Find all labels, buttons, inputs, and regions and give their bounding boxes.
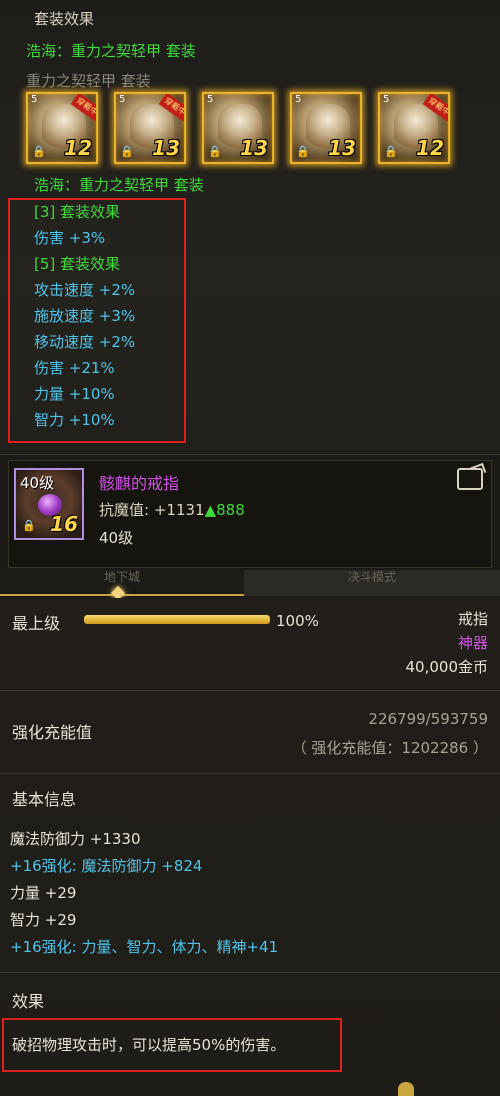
lock-icon: 🔒: [22, 519, 36, 532]
lock-icon: 🔒: [208, 145, 222, 158]
item-level-tag: 40级: [20, 474, 55, 492]
item-rarity: 神器: [457, 634, 488, 652]
tier5-cast-speed: 施放速度 +3%: [34, 307, 136, 325]
tier5-title: [5] 套装效果: [34, 255, 121, 273]
ring-icon[interactable]: 40级 🔒 16: [14, 468, 84, 540]
stat-line: +16强化: 力量、智力、体力、精神+41: [10, 938, 279, 956]
tier5-move-speed: 移动速度 +2%: [34, 333, 136, 351]
mode-tabs: 地下城 决斗模式: [0, 570, 500, 596]
magic-resist-row: 抗魔值: +1131▲888: [99, 499, 245, 520]
grade-progress-bar: [84, 615, 270, 624]
item-name: 骸麒的戒指: [99, 474, 180, 493]
corner-badge-icon: [398, 1082, 414, 1096]
slot-count: 5: [207, 94, 214, 105]
set-item-slot[interactable]: 5 穿戴中 🔒 12: [378, 92, 450, 164]
divider: [0, 773, 500, 774]
magic-resist-up: ▲888: [204, 501, 245, 519]
item-level-number: 13: [152, 136, 180, 160]
lock-icon: 🔒: [120, 145, 134, 158]
effect-text: 破招物理攻击时，可以提高50%的伤害。: [12, 1036, 286, 1054]
effect-title: 效果: [12, 992, 45, 1011]
tier5-strength: 力量 +10%: [34, 385, 115, 403]
set-name-top: 浩海：重力之契轻甲 套装: [26, 42, 196, 60]
set-effect-panel: 套装效果 浩海：重力之契轻甲 套装 重力之契轻甲 套装 5 穿戴中 🔒 12 5…: [0, 0, 500, 455]
item-level-number: 12: [64, 136, 92, 160]
basic-info-title: 基本信息: [12, 790, 77, 809]
charge-value: 226799/593759: [368, 710, 488, 728]
slot-count: 5: [119, 94, 126, 105]
stat-line: 力量 +29: [10, 884, 77, 902]
magic-resist-value: +1131: [153, 501, 205, 519]
tier5-damage: 伤害 +21%: [34, 359, 115, 377]
slot-count: 5: [295, 94, 302, 105]
set-item-slot[interactable]: 5 🔒 13: [290, 92, 362, 164]
lock-icon: 🔒: [32, 145, 46, 158]
slot-count: 5: [383, 94, 390, 105]
stat-line: 魔法防御力 +1330: [10, 830, 141, 848]
divider: [0, 972, 500, 973]
enhance-level: 16: [50, 512, 78, 536]
tier5-intelligence: 智力 +10%: [34, 411, 115, 429]
magic-resist-label: 抗魔值:: [99, 501, 150, 519]
item-type: 戒指: [457, 610, 488, 628]
set-name-bottom: 浩海：重力之契轻甲 套装: [34, 176, 204, 194]
set-name-faded: 重力之契轻甲 套装: [26, 72, 151, 90]
item-price: 40,000金币: [405, 658, 489, 676]
grade-percent: 100%: [276, 612, 319, 630]
set-item-slot[interactable]: 5 穿戴中 🔒 12: [26, 92, 98, 164]
item-level-number: 13: [240, 136, 268, 160]
slot-count: 5: [31, 94, 38, 105]
tier5-attack-speed: 攻击速度 +2%: [34, 281, 136, 299]
item-detail-panel: 最上级 100% 戒指 神器 40,000金币 强化充能值 226799/593…: [0, 598, 500, 1096]
grade-progress-fill: [84, 615, 270, 624]
charge-total: （ 强化充能值：1202286 ）: [291, 739, 488, 757]
charge-label: 强化充能值: [12, 723, 93, 742]
stat-line: 智力 +29: [10, 911, 77, 929]
stat-line: +16强化: 魔法防御力 +824: [10, 857, 203, 875]
item-level-number: 12: [416, 136, 444, 160]
lock-icon: 🔒: [384, 145, 398, 158]
item-level-line: 40级: [99, 529, 134, 547]
divider: [0, 690, 500, 691]
tier3-title: [3] 套装效果: [34, 203, 121, 221]
effect-highlight: 破招物理攻击时，可以提高50%的伤害。: [2, 1018, 342, 1072]
tab-duel[interactable]: 决斗模式: [244, 570, 500, 596]
item-header: 40级 🔒 16 骸麒的戒指 抗魔值: +1131▲888 40级: [8, 460, 492, 568]
set-item-slot[interactable]: 5 🔒 13: [202, 92, 274, 164]
set-effect-header: 套装效果: [34, 10, 95, 28]
share-icon[interactable]: [457, 468, 483, 490]
set-items-row: 5 穿戴中 🔒 12 5 穿戴中 🔒 13 5 🔒 13 5 🔒 13 5 穿戴…: [26, 92, 466, 166]
lock-icon: 🔒: [296, 145, 310, 158]
grade-label: 最上级: [12, 614, 61, 633]
set-item-slot[interactable]: 5 穿戴中 🔒 13: [114, 92, 186, 164]
item-level-number: 13: [328, 136, 356, 160]
tier3-damage: 伤害 +3%: [34, 229, 106, 247]
